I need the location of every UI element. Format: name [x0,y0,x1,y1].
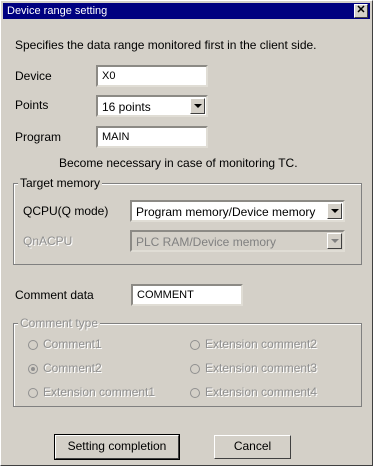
cancel-button[interactable]: Cancel [214,435,291,459]
comment-type-legend: Comment type [18,316,101,330]
chevron-down-icon [327,233,342,249]
radio-extension-comment4 [190,388,200,398]
radio-comment2-label: Comment2 [43,361,102,375]
device-field[interactable]: X0 [96,65,208,87]
setting-completion-button[interactable]: Setting completion [54,434,180,460]
qcpu-label: QCPU(Q mode) [23,204,109,218]
qnacpu-memory-value: PLC RAM/Device memory [136,235,277,249]
radio-extension-comment2 [190,340,200,350]
comment-type-group: Comment type Comment1 Comment2 Extension… [13,316,362,407]
close-icon: ✕ [356,4,366,16]
radio-comment2 [28,364,38,374]
comment-data-label: Comment data [15,288,94,302]
points-select-value: 16 points [102,100,151,114]
radio-extension-comment1-label: Extension comment1 [43,385,156,399]
radio-extension-comment3-label: Extension comment3 [205,361,318,375]
radio-extension-comment2-label: Extension comment2 [205,337,318,351]
qnacpu-memory-select: PLC RAM/Device memory [130,230,345,252]
chevron-down-icon[interactable] [190,98,205,114]
program-label: Program [15,130,62,144]
comment-data-field[interactable]: COMMENT [131,284,243,306]
dialog-window: Device range setting ✕ Specifies the dat… [0,0,373,466]
window-title: Device range setting [7,5,108,17]
title-bar[interactable]: Device range setting ✕ [3,3,370,19]
chevron-down-icon[interactable] [327,203,342,219]
radio-extension-comment1 [28,388,38,398]
points-label: Points [15,98,49,112]
qnacpu-label: QnACPU [23,234,73,248]
qcpu-memory-value: Program memory/Device memory [136,205,316,219]
qcpu-memory-select[interactable]: Program memory/Device memory [130,200,345,222]
description-text: Specifies the data range monitored first… [15,38,317,52]
points-select[interactable]: 16 points [96,95,208,117]
radio-comment1 [28,340,38,350]
device-label: Device [15,69,52,83]
radio-extension-comment4-label: Extension comment4 [205,385,318,399]
target-memory-group: Target memory QCPU(Q mode) Program memor… [13,176,362,265]
target-memory-legend: Target memory [18,176,103,190]
radio-comment1-label: Comment1 [43,337,102,351]
radio-extension-comment3 [190,364,200,374]
monitoring-note: Become necessary in case of monitoring T… [59,156,298,170]
close-button[interactable]: ✕ [354,4,368,18]
program-field[interactable]: MAIN [96,126,208,148]
